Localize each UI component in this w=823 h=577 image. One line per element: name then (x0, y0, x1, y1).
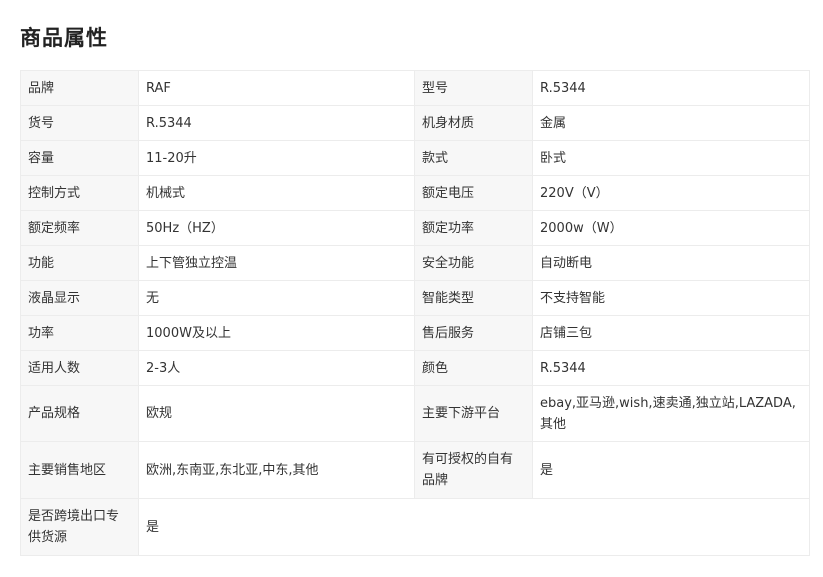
attribute-name: 额定电压 (414, 175, 533, 211)
attribute-name: 机身材质 (414, 105, 533, 141)
table-row: 产品规格 欧规 主要下游平台 ebay,亚马逊,wish,速卖通,独立站,LAZ… (20, 385, 810, 442)
attribute-value: 欧洲,东南亚,东北亚,中东,其他 (138, 441, 415, 499)
attribute-name: 智能类型 (414, 280, 533, 316)
table-row: 额定频率 50Hz（HZ） 额定功率 2000w（W） (20, 210, 810, 246)
table-row: 功率 1000W及以上 售后服务 店铺三包 (20, 315, 810, 351)
attribute-value: 店铺三包 (532, 315, 810, 351)
attribute-value: 是 (138, 498, 810, 556)
attribute-name: 功率 (20, 315, 139, 351)
attribute-name: 品牌 (20, 70, 139, 106)
attribute-value: 卧式 (532, 140, 810, 176)
attribute-value: R.5344 (532, 350, 810, 386)
attribute-name: 容量 (20, 140, 139, 176)
table-row: 品牌 RAF 型号 R.5344 (20, 70, 810, 106)
attribute-value: 1000W及以上 (138, 315, 415, 351)
product-attributes-page: 商品属性 品牌 RAF 型号 R.5344 货号 R.5344 机身材质 金属 … (0, 0, 823, 577)
attribute-name: 安全功能 (414, 245, 533, 281)
table-row: 容量 11-20升 款式 卧式 (20, 140, 810, 176)
section-title: 商品属性 (20, 26, 108, 50)
attribute-name: 主要下游平台 (414, 385, 533, 442)
attribute-name: 货号 (20, 105, 139, 141)
attribute-value: 2-3人 (138, 350, 415, 386)
attribute-name: 产品规格 (20, 385, 139, 442)
attribute-value: 无 (138, 280, 415, 316)
attribute-name: 额定功率 (414, 210, 533, 246)
attribute-name: 功能 (20, 245, 139, 281)
attribute-value: 上下管独立控温 (138, 245, 415, 281)
attribute-value: 220V（V） (532, 175, 810, 211)
table-row: 货号 R.5344 机身材质 金属 (20, 105, 810, 141)
attribute-value: 50Hz（HZ） (138, 210, 415, 246)
table-row: 适用人数 2-3人 颜色 R.5344 (20, 350, 810, 386)
attribute-value: 机械式 (138, 175, 415, 211)
attribute-name: 额定频率 (20, 210, 139, 246)
table-row: 控制方式 机械式 额定电压 220V（V） (20, 175, 810, 211)
attribute-name: 液晶显示 (20, 280, 139, 316)
attribute-name: 适用人数 (20, 350, 139, 386)
attribute-name: 型号 (414, 70, 533, 106)
table-row: 液晶显示 无 智能类型 不支持智能 (20, 280, 810, 316)
attribute-value: 2000w（W） (532, 210, 810, 246)
attribute-name: 主要销售地区 (20, 441, 139, 499)
attribute-value: ebay,亚马逊,wish,速卖通,独立站,LAZADA,其他 (532, 385, 810, 442)
table-row: 功能 上下管独立控温 安全功能 自动断电 (20, 245, 810, 281)
attribute-value: 金属 (532, 105, 810, 141)
attribute-name: 是否跨境出口专供货源 (20, 498, 139, 556)
attribute-value: RAF (138, 70, 415, 106)
table-row: 是否跨境出口专供货源 是 (20, 498, 810, 556)
table-row: 主要销售地区 欧洲,东南亚,东北亚,中东,其他 有可授权的自有品牌 是 (20, 441, 810, 499)
attribute-value: 是 (532, 441, 810, 499)
attribute-value: 自动断电 (532, 245, 810, 281)
attribute-name: 有可授权的自有品牌 (414, 441, 533, 499)
attributes-table: 品牌 RAF 型号 R.5344 货号 R.5344 机身材质 金属 容量 11… (20, 70, 810, 556)
attribute-name: 售后服务 (414, 315, 533, 351)
attribute-name: 颜色 (414, 350, 533, 386)
attribute-value: 不支持智能 (532, 280, 810, 316)
attribute-value: R.5344 (138, 105, 415, 141)
attribute-name: 控制方式 (20, 175, 139, 211)
attribute-value: R.5344 (532, 70, 810, 106)
attribute-value: 11-20升 (138, 140, 415, 176)
attribute-value: 欧规 (138, 385, 415, 442)
attribute-name: 款式 (414, 140, 533, 176)
